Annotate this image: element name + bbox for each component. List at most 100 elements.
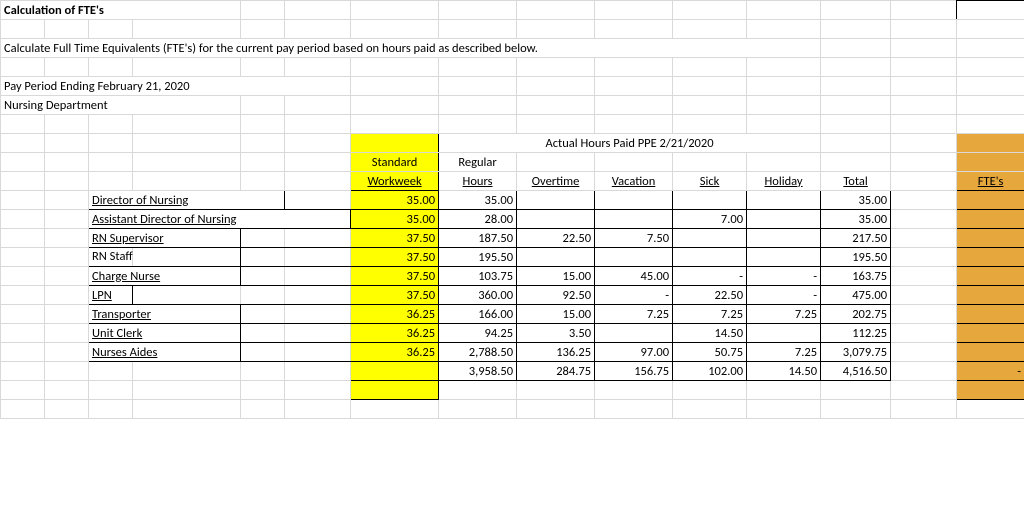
col-holiday: Holiday	[747, 172, 821, 191]
cell-std[interactable]: 37.50	[351, 267, 439, 286]
total-tot[interactable]: 4,516.50	[821, 362, 891, 381]
cell-std[interactable]: 37.50	[351, 248, 439, 267]
cell-sick[interactable]: 50.75	[673, 343, 747, 362]
cell-std[interactable]: 35.00	[351, 191, 439, 210]
cell-tot[interactable]: 112.25	[821, 324, 891, 343]
totals-row: 3,958.50 284.75 156.75 102.00 14.50 4,51…	[1, 362, 1024, 381]
total-vac[interactable]: 156.75	[595, 362, 673, 381]
cell-vac[interactable]	[595, 191, 673, 210]
cell-sick[interactable]: 7.25	[673, 305, 747, 324]
cell-tot[interactable]: 475.00	[821, 286, 891, 305]
cell-vac[interactable]: 7.25	[595, 305, 673, 324]
cell-reg[interactable]: 187.50	[439, 229, 517, 248]
row-label: Assistant Director of Nursing	[89, 210, 351, 229]
total-reg[interactable]: 3,958.50	[439, 362, 517, 381]
col-regular-2: Hours	[439, 172, 517, 191]
cell-hol[interactable]: -	[747, 267, 821, 286]
cell-sick[interactable]	[673, 229, 747, 248]
cell-tot[interactable]: 195.50	[821, 248, 891, 267]
cell-std[interactable]: 35.00	[351, 210, 439, 229]
cell-ot[interactable]: 15.00	[517, 267, 595, 286]
cell-sick[interactable]	[673, 191, 747, 210]
cell-reg[interactable]: 94.25	[439, 324, 517, 343]
table-row: Charge Nurse 37.50 103.75 15.00 45.00 - …	[1, 267, 1024, 286]
cell-std[interactable]: 36.25	[351, 343, 439, 362]
total-fte[interactable]: -	[957, 362, 1024, 381]
total-hol[interactable]: 14.50	[747, 362, 821, 381]
cell-std[interactable]: 37.50	[351, 229, 439, 248]
col-sick: Sick	[673, 172, 747, 191]
cell-tot[interactable]: 3,079.75	[821, 343, 891, 362]
cell-std[interactable]: 36.25	[351, 324, 439, 343]
cell-hol[interactable]	[747, 191, 821, 210]
instruction: Calculate Full Time Equivalents (FTE's) …	[1, 39, 821, 58]
total-ot[interactable]: 284.75	[517, 362, 595, 381]
row-label: Transporter	[89, 305, 241, 324]
cell-hol[interactable]: 7.25	[747, 305, 821, 324]
cell-ot[interactable]	[517, 210, 595, 229]
cell-ot[interactable]: 92.50	[517, 286, 595, 305]
cell-vac[interactable]: -	[595, 286, 673, 305]
cell-reg[interactable]: 2,788.50	[439, 343, 517, 362]
cell-reg[interactable]: 166.00	[439, 305, 517, 324]
cell-ot[interactable]	[517, 191, 595, 210]
cell-tot[interactable]: 163.75	[821, 267, 891, 286]
cell-tot[interactable]: 217.50	[821, 229, 891, 248]
cell-hol[interactable]	[747, 248, 821, 267]
cell-sick[interactable]: 22.50	[673, 286, 747, 305]
col-overtime: Overtime	[517, 172, 595, 191]
cell-vac[interactable]	[595, 210, 673, 229]
cell-fte[interactable]	[957, 343, 1024, 362]
cell-reg[interactable]: 103.75	[439, 267, 517, 286]
cell-vac[interactable]: 45.00	[595, 267, 673, 286]
cell-std[interactable]: 36.25	[351, 305, 439, 324]
cell-fte[interactable]	[957, 248, 1024, 267]
cell-reg[interactable]: 360.00	[439, 286, 517, 305]
col-total: Total	[821, 172, 891, 191]
cell-hol[interactable]	[747, 210, 821, 229]
table-row: RN Staff 37.50 195.50 195.50	[1, 248, 1024, 267]
cell-tot[interactable]: 35.00	[821, 210, 891, 229]
row-label: RN Supervisor	[89, 229, 241, 248]
cell-vac[interactable]: 97.00	[595, 343, 673, 362]
cell-fte[interactable]	[957, 191, 1024, 210]
cell-fte[interactable]	[957, 229, 1024, 248]
table-row: Director of Nursing 35.00 35.00 35.00	[1, 191, 1024, 210]
pay-period: Pay Period Ending February 21, 2020	[1, 77, 351, 96]
cell-hol[interactable]: 7.25	[747, 343, 821, 362]
cell-reg[interactable]: 195.50	[439, 248, 517, 267]
cell-tot[interactable]: 202.75	[821, 305, 891, 324]
cell-hol[interactable]: -	[747, 286, 821, 305]
cell-reg[interactable]: 28.00	[439, 210, 517, 229]
total-sick[interactable]: 102.00	[673, 362, 747, 381]
cell-sick[interactable]	[673, 248, 747, 267]
cell-vac[interactable]	[595, 324, 673, 343]
cell-fte[interactable]	[957, 324, 1024, 343]
cell-std[interactable]: 37.50	[351, 286, 439, 305]
cell-fte[interactable]	[957, 305, 1024, 324]
cell-ot[interactable]: 3.50	[517, 324, 595, 343]
cell-vac[interactable]: 7.50	[595, 229, 673, 248]
col-regular-1: Regular	[439, 153, 517, 172]
cell-vac[interactable]	[595, 248, 673, 267]
cell-ot[interactable]	[517, 248, 595, 267]
cell-reg[interactable]: 35.00	[439, 191, 517, 210]
group-header: Actual Hours Paid PPE 2/21/2020	[439, 134, 821, 153]
cell-sick[interactable]: -	[673, 267, 747, 286]
cell-hol[interactable]	[747, 324, 821, 343]
cell-ot[interactable]: 22.50	[517, 229, 595, 248]
cell-fte[interactable]	[957, 267, 1024, 286]
cell-fte[interactable]	[957, 210, 1024, 229]
cell-sick[interactable]: 14.50	[673, 324, 747, 343]
cell-tot[interactable]: 35.00	[821, 191, 891, 210]
cell-sick[interactable]: 7.00	[673, 210, 747, 229]
cell-ot[interactable]: 15.00	[517, 305, 595, 324]
cell-fte[interactable]	[957, 286, 1024, 305]
col-standard-2: Workweek	[351, 172, 439, 191]
grid-table[interactable]: Calculation of FTE's Calculate Full Time…	[0, 0, 1024, 419]
table-row: Unit Clerk 36.25 94.25 3.50 14.50 112.25	[1, 324, 1024, 343]
cell-hol[interactable]	[747, 229, 821, 248]
col-vacation: Vacation	[595, 172, 673, 191]
cell-ot[interactable]: 136.25	[517, 343, 595, 362]
col-fte: FTE's	[957, 172, 1024, 191]
